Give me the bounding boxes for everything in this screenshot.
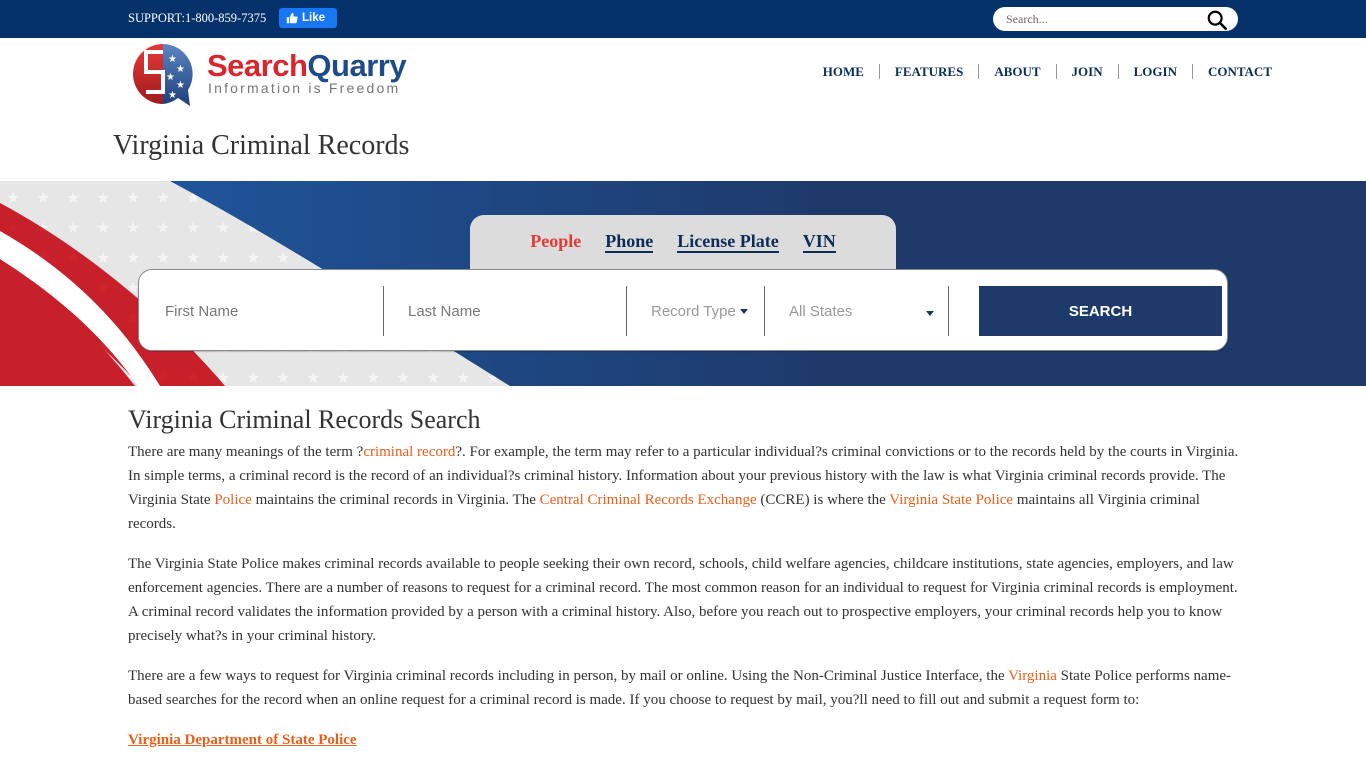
search-icon[interactable] — [1206, 9, 1228, 31]
logo-word-search: Search — [207, 48, 308, 83]
address-block: Virginia Department of State Police — [128, 728, 1240, 752]
article-paragraph-3: There are a few ways to request for Virg… — [128, 664, 1240, 712]
article-heading: Virginia Criminal Records Search — [128, 405, 481, 434]
text: There are a few ways to request for Virg… — [128, 668, 1009, 684]
main-nav: HOME FEATURES ABOUT JOIN LOGIN CONTACT — [808, 64, 1272, 79]
first-name-field — [165, 286, 380, 336]
nav-contact[interactable]: CONTACT — [1191, 64, 1272, 79]
article-paragraph-1: There are many meanings of the term ?cri… — [128, 440, 1240, 536]
link-virginia-state-police[interactable]: Virginia State Police — [889, 492, 1013, 508]
link-ccre[interactable]: Central Criminal Records Exchange — [540, 492, 757, 508]
state-select[interactable]: All States — [789, 286, 934, 336]
address-title-link[interactable]: Virginia Department of State Police — [128, 732, 357, 748]
nav-about[interactable]: ABOUT — [978, 64, 1055, 79]
chevron-down-icon — [926, 310, 934, 316]
chevron-down-icon — [739, 308, 748, 314]
text: (CCRE) is where the — [756, 492, 890, 508]
people-search-form: Record Type All States SEARCH — [138, 269, 1228, 351]
logo-emblem-icon: ★ ★ ★ ★ ★ — [133, 44, 193, 106]
support-phone: SUPPORT:1-800-859-7375 — [128, 11, 267, 25]
article-paragraph-2: The Virginia State Police makes criminal… — [128, 556, 1238, 644]
text: maintains the criminal records in Virgin… — [251, 492, 540, 508]
record-type-label: Record Type — [651, 302, 736, 320]
last-name-field — [408, 286, 623, 336]
divider — [764, 286, 765, 336]
tab-phone[interactable]: Phone — [605, 231, 654, 253]
facebook-like-button[interactable]: Like — [279, 8, 337, 28]
search-type-tabs: People Phone License Plate VIN — [470, 215, 896, 273]
last-name-input[interactable] — [408, 286, 623, 336]
page-title: Virginia Criminal Records — [113, 130, 410, 161]
site-search-input[interactable] — [1006, 10, 1196, 28]
thumbs-up-icon — [286, 12, 298, 24]
state-label: All States — [789, 302, 853, 320]
link-criminal-record[interactable]: criminal record — [363, 444, 455, 460]
svg-text:★: ★ — [166, 72, 175, 83]
svg-text:★: ★ — [176, 64, 185, 75]
nav-home[interactable]: HOME — [808, 64, 879, 79]
svg-text:★: ★ — [176, 80, 185, 91]
link-police[interactable]: Police — [214, 492, 252, 508]
record-type-select[interactable]: Record Type — [651, 286, 763, 336]
divider — [948, 286, 949, 336]
tab-license-plate[interactable]: License Plate — [677, 231, 779, 253]
logo-wordmark: SearchQuarry — [207, 48, 407, 83]
divider — [626, 286, 627, 336]
site-logo[interactable]: ★ ★ ★ ★ ★ SearchQuarry Information is Fr… — [130, 40, 430, 112]
article: Virginia Criminal Records Search There a… — [128, 404, 1240, 768]
link-virginia[interactable]: Virginia — [1008, 668, 1057, 684]
nav-features[interactable]: FEATURES — [878, 64, 978, 79]
divider — [383, 286, 384, 336]
logo-word-quarry: Quarry — [307, 48, 407, 83]
nav-join[interactable]: JOIN — [1055, 64, 1118, 79]
like-label: Like — [302, 12, 326, 24]
logo-tagline: Information is Freedom — [208, 80, 401, 96]
nav-login[interactable]: LOGIN — [1117, 64, 1192, 79]
search-button[interactable]: SEARCH — [979, 286, 1222, 336]
tab-people[interactable]: People — [530, 231, 581, 253]
top-bar: SUPPORT:1-800-859-7375 Like — [0, 0, 1366, 38]
text: There are many meanings of the term ? — [128, 444, 364, 460]
svg-text:★: ★ — [168, 90, 177, 101]
site-search-box — [993, 7, 1238, 31]
first-name-input[interactable] — [165, 286, 380, 336]
tab-vin[interactable]: VIN — [802, 231, 836, 253]
